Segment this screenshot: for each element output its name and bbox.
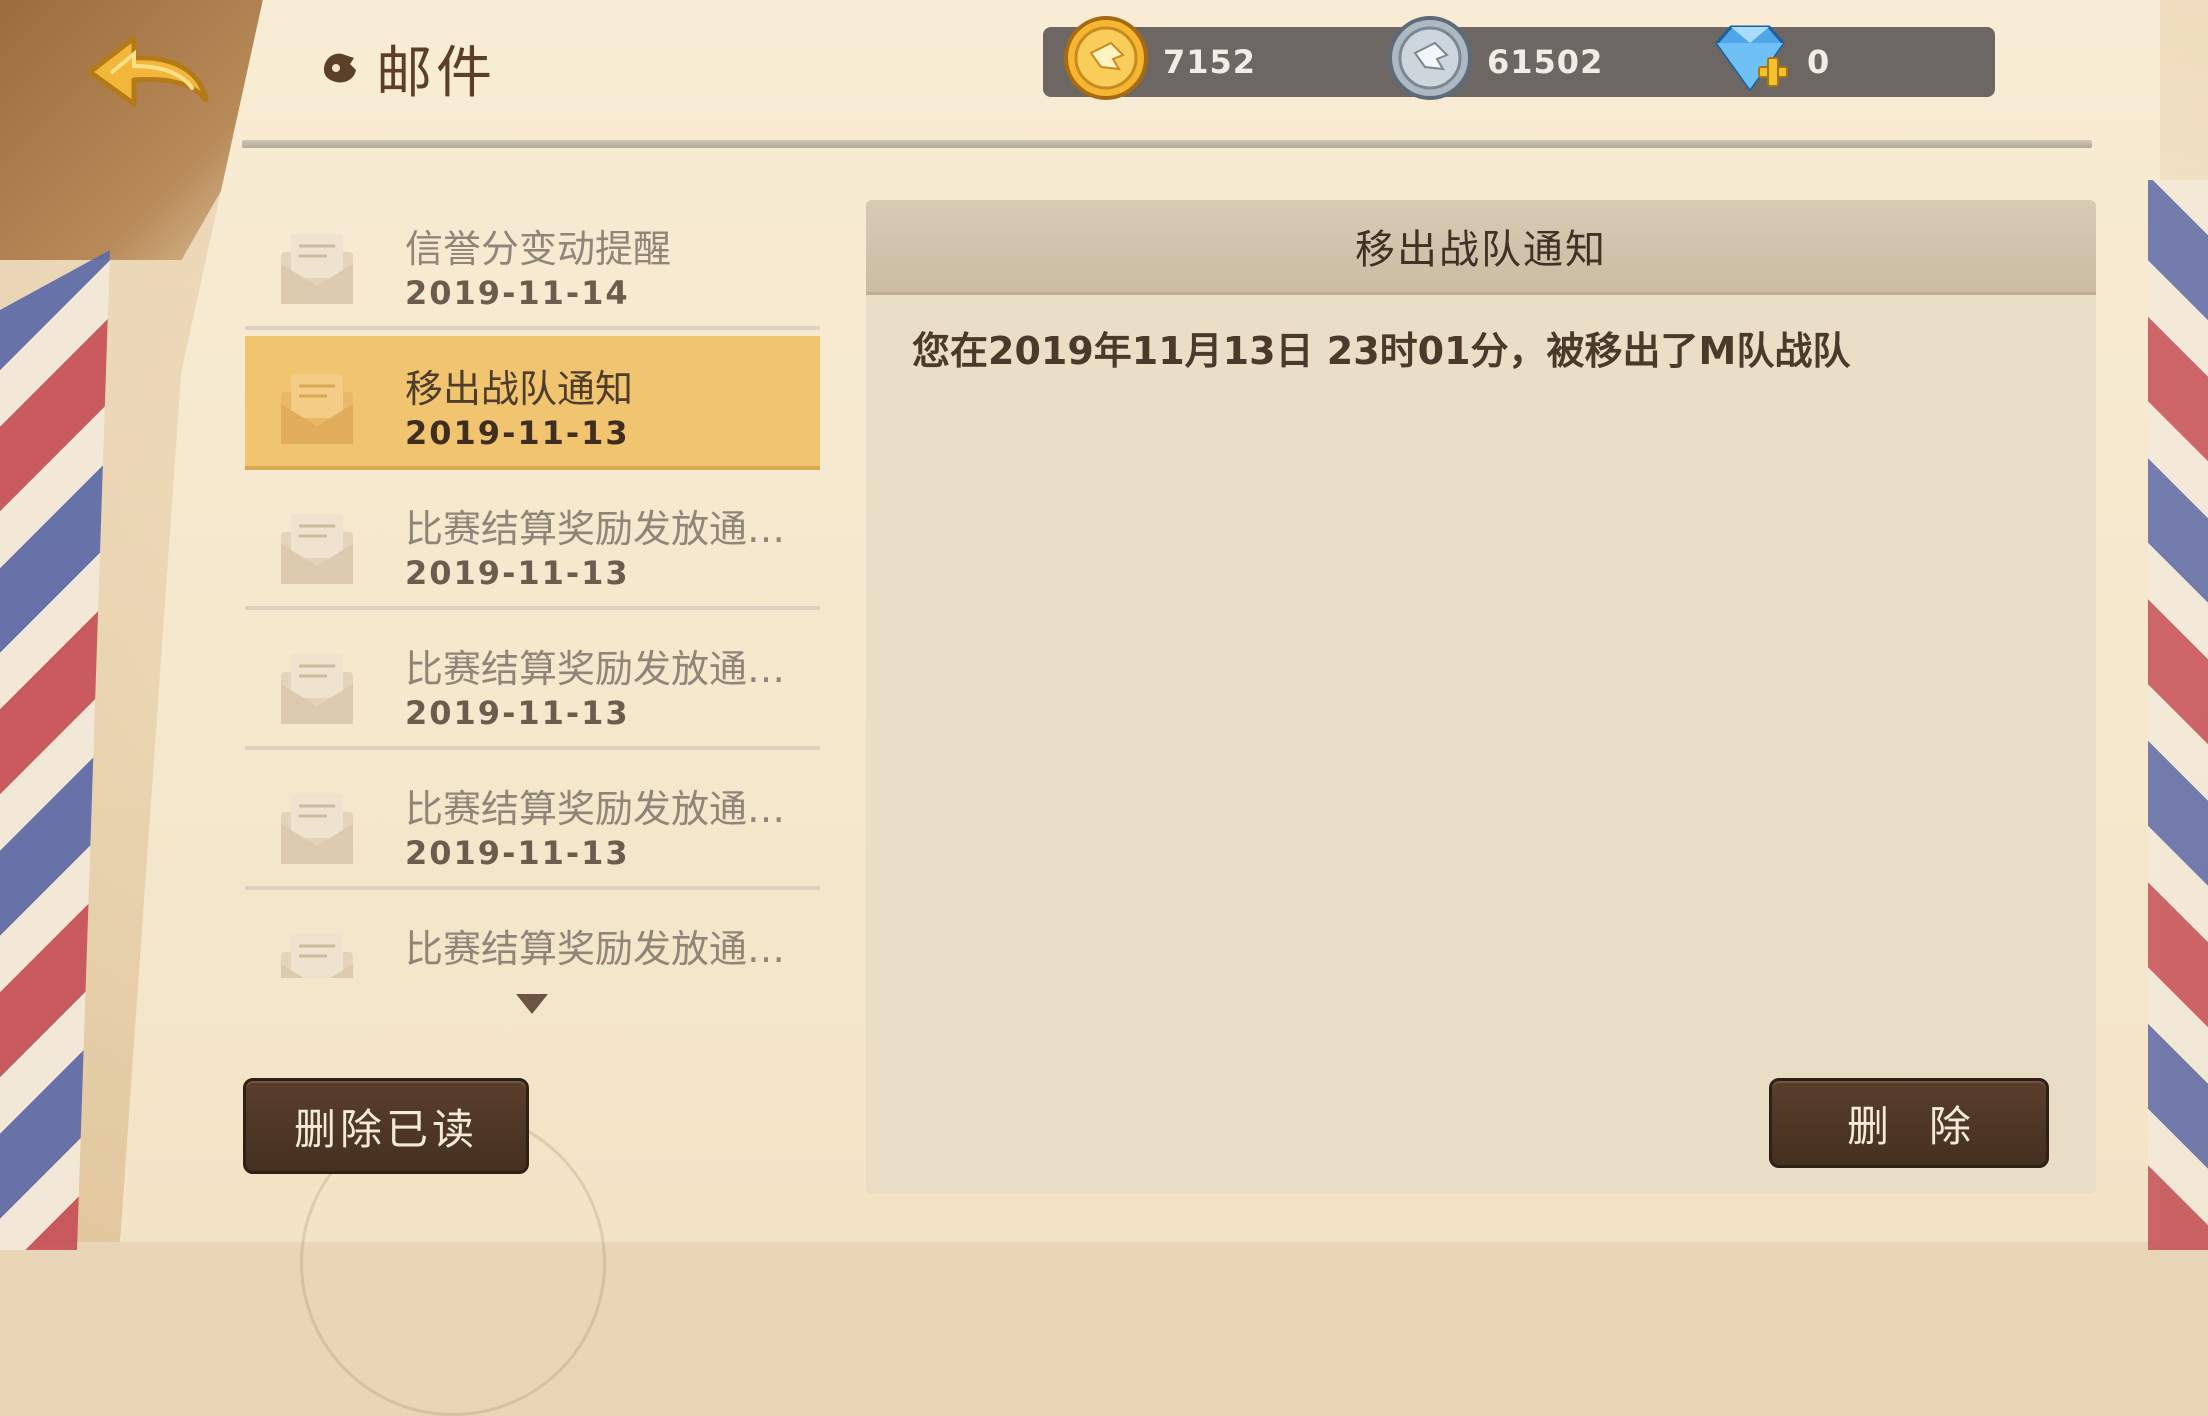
mail-date: 2019-11-13 — [405, 834, 630, 872]
title-area: 邮件 — [320, 36, 496, 106]
back-arrow-icon — [87, 35, 209, 107]
gold-coin-icon — [1064, 16, 1148, 100]
mail-list-item[interactable]: 比赛结算奖励发放通… 2019-11-13 — [245, 896, 820, 978]
back-button[interactable] — [82, 30, 212, 120]
mail-detail-body: 您在2019年11月13日 23时01分，被移出了M队战队 — [912, 329, 1851, 373]
mail-subject: 比赛结算奖励发放通… — [405, 927, 786, 971]
mail-list-item[interactable]: 比赛结算奖励发放通… 2019-11-13 — [245, 476, 820, 610]
envelope-icon — [281, 794, 353, 864]
mail-detail-header: 移出战队通知 — [866, 200, 2096, 295]
mail-list-item[interactable]: 信誉分变动提醒 2019-11-14 — [245, 196, 820, 330]
mail-subject: 比赛结算奖励发放通… — [405, 787, 786, 831]
mail-date: 2019-11-13 — [405, 414, 630, 452]
mail-date: 2019-11-13 — [405, 554, 630, 592]
mail-list[interactable]: 信誉分变动提醒 2019-11-14 移出战队通知 2019-11-13 比赛结… — [245, 196, 820, 978]
header-divider — [242, 140, 2092, 148]
mail-tag-icon — [324, 53, 356, 83]
envelope-icon — [281, 514, 353, 584]
diamond-currency[interactable]: 0 — [1707, 25, 1831, 97]
envelope-icon — [281, 654, 353, 724]
gold-count: 7152 — [1163, 43, 1257, 81]
diamond-plus-icon[interactable] — [1707, 15, 1793, 101]
mail-list-item-selected[interactable]: 移出战队通知 2019-11-13 — [245, 336, 820, 470]
mail-subject: 信誉分变动提醒 — [405, 227, 672, 271]
page-title: 邮件 — [376, 40, 496, 106]
envelope-icon — [281, 374, 353, 444]
gold-currency: 7152 — [1063, 16, 1257, 100]
mail-date: 2019-11-13 — [405, 974, 630, 978]
mail-date: 2019-11-14 — [405, 274, 630, 312]
silver-count: 61502 — [1487, 43, 1604, 81]
envelope-icon — [281, 234, 353, 304]
silver-coin-icon — [1388, 16, 1472, 100]
mail-date: 2019-11-13 — [405, 694, 630, 732]
mail-subject: 比赛结算奖励发放通… — [405, 507, 786, 551]
diamond-count: 0 — [1807, 43, 1831, 81]
delete-read-button[interactable]: 删除已读 — [243, 1078, 529, 1174]
silver-currency: 61502 — [1387, 16, 1604, 100]
mail-list-item[interactable]: 比赛结算奖励发放通… 2019-11-13 — [245, 616, 820, 750]
envelope-icon — [281, 934, 353, 978]
mail-subject: 比赛结算奖励发放通… — [405, 647, 786, 691]
scroll-down-icon[interactable] — [516, 994, 548, 1014]
delete-button[interactable]: 删除 — [1769, 1078, 2049, 1168]
mail-list-item[interactable]: 比赛结算奖励发放通… 2019-11-13 — [245, 756, 820, 890]
airmail-stripes-right — [2148, 180, 2208, 1250]
mail-detail-title: 移出战队通知 — [1355, 227, 1607, 273]
mail-subject: 移出战队通知 — [405, 367, 634, 411]
currency-bar: 7152 61502 0 — [1043, 16, 1995, 100]
